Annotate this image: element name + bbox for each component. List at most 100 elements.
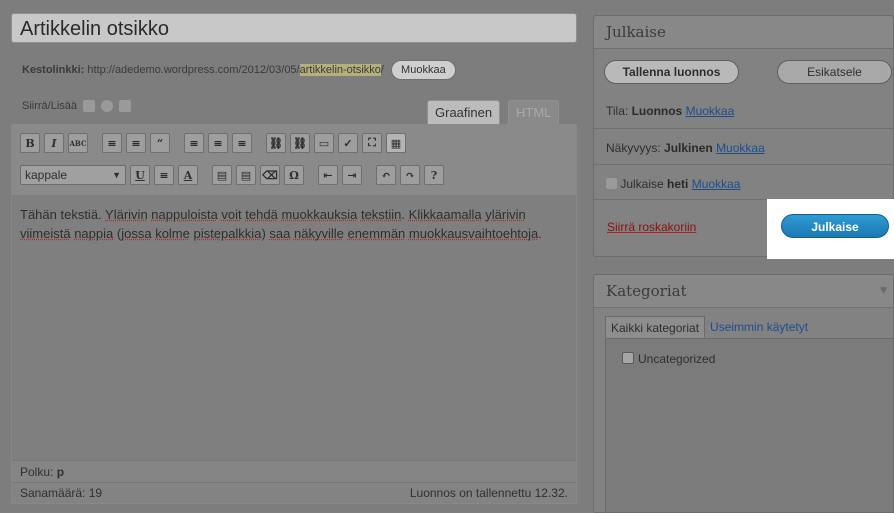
visibility-row: Näkyvyys: Julkinen Muokkaa xyxy=(606,141,765,155)
editor-toolbar: B I ABC ≡ ≡ “ ≡ ≡ ≡ ⛓ ⛓ ▭ ✓ ⛶ ▦ kappale … xyxy=(12,125,576,195)
list-item[interactable]: Uncategorized xyxy=(622,352,715,366)
toolbar-row-2: kappale ▼ U ≡ A ▤ ▤ ⌫ Ω ⇤ ⇥ ↶ ↷ ? xyxy=(20,165,444,185)
outdent-button[interactable]: ⇤ xyxy=(318,165,338,185)
move-to-trash-link[interactable]: Siirrä roskakoriin xyxy=(607,220,696,234)
schedule-row: Julkaise heti Muokkaa xyxy=(606,177,740,191)
insert-link-button[interactable]: ⛓ xyxy=(266,133,286,153)
publish-button[interactable]: Julkaise xyxy=(781,214,889,238)
categories-title: Kategoriat xyxy=(606,282,687,300)
format-select[interactable]: kappale ▼ xyxy=(20,165,126,185)
unlink-button[interactable]: ⛓ xyxy=(290,133,310,153)
paste-word-button[interactable]: ▤ xyxy=(236,165,256,185)
add-image-icon[interactable] xyxy=(83,100,96,112)
schedule-label: Julkaise xyxy=(620,177,664,191)
italic-button[interactable]: I xyxy=(44,133,64,153)
content-text: jossa xyxy=(121,226,152,241)
visibility-value: Julkinen xyxy=(664,141,713,155)
help-button[interactable]: ? xyxy=(424,165,444,185)
tab-html[interactable]: HTML xyxy=(508,100,560,124)
publish-box-title: Julkaise xyxy=(594,16,893,49)
editor-path: Polku: p xyxy=(12,460,576,482)
remove-format-button[interactable]: ⌫ xyxy=(260,165,280,185)
content-text: Klikkaamalla xyxy=(408,207,482,222)
blockquote-button[interactable]: “ xyxy=(150,133,170,153)
path-value[interactable]: p xyxy=(57,465,64,479)
status-label: Tila: xyxy=(606,104,629,118)
numbered-list-button[interactable]: ≡ xyxy=(126,133,146,153)
status-row: Tila: Luonnos Muokkaa xyxy=(606,104,734,118)
visibility-label: Näkyvyys: xyxy=(606,141,661,155)
content-text: ylärivin xyxy=(485,207,526,222)
content-text: tekstiin xyxy=(360,207,402,222)
content-text: tehdä xyxy=(245,207,278,222)
divider xyxy=(594,199,768,200)
tab-visual[interactable]: Graafinen xyxy=(427,100,501,124)
strikethrough-button[interactable]: ABC xyxy=(68,133,88,153)
visibility-edit-link[interactable]: Muokkaa xyxy=(716,141,765,155)
text-color-button[interactable]: A xyxy=(178,165,198,185)
permalink-label: Kestolinkki: xyxy=(22,64,85,76)
content-text: pistepalkkia xyxy=(193,226,262,241)
add-gallery-icon[interactable] xyxy=(119,100,132,112)
permalink-base: http://adedemo.wordpress.com/2012/03/05/ xyxy=(87,64,300,76)
permalink-suffix: / xyxy=(380,64,384,76)
word-count: Sanamäärä: 19 xyxy=(20,486,103,500)
content-text: Ylärivin xyxy=(105,207,148,222)
status-value: Luonnos xyxy=(631,104,683,118)
bold-button[interactable]: B xyxy=(20,133,40,153)
editor-content[interactable]: Tähän tekstiä. Ylärivin nappuloista voit… xyxy=(20,205,565,243)
categories-tabs: Kaikki kategoriat Useimmin käytetyt xyxy=(605,316,813,339)
content-text: saa xyxy=(269,226,291,241)
chevron-down-icon[interactable]: ▼ xyxy=(880,275,887,307)
editor-status-bar: Sanamäärä: 19 Luonnos on tallennettu 12.… xyxy=(12,482,576,503)
special-char-button[interactable]: Ω xyxy=(284,165,304,185)
chevron-down-icon: ▼ xyxy=(112,170,121,180)
content-text: viimeistä xyxy=(20,226,71,241)
insert-more-button[interactable]: ▭ xyxy=(314,133,334,153)
permalink-slug[interactable]: artikkelin-otsikko xyxy=(299,64,381,76)
category-label: Uncategorized xyxy=(638,352,716,366)
content-text: . xyxy=(401,207,409,222)
fullscreen-button[interactable]: ⛶ xyxy=(362,133,382,153)
add-media-icon[interactable] xyxy=(101,100,114,112)
tab-popular-categories[interactable]: Useimmin käytetyt xyxy=(705,316,813,338)
content-text: voit xyxy=(221,207,242,222)
content-text: muokkauksia xyxy=(281,207,358,222)
content-text: . xyxy=(538,226,542,241)
save-draft-button[interactable]: Tallenna luonnos xyxy=(604,60,739,84)
align-left-button[interactable]: ≡ xyxy=(184,133,204,153)
status-edit-link[interactable]: Muokkaa xyxy=(686,104,735,118)
draft-saved-status: Luonnos on tallennettu 12.32. xyxy=(409,486,568,500)
spellcheck-button[interactable]: ✓ xyxy=(338,133,358,153)
underline-button[interactable]: U xyxy=(130,165,150,185)
paste-text-button[interactable]: ▤ xyxy=(212,165,232,185)
permalink-row: Kestolinkki: http://adedemo.wordpress.co… xyxy=(22,60,456,80)
calendar-icon xyxy=(606,178,617,189)
content-text: Tähän tekstiä. xyxy=(20,207,106,222)
schedule-edit-link[interactable]: Muokkaa xyxy=(692,177,741,191)
content-text: ( xyxy=(113,226,122,241)
preview-button[interactable]: Esikatsele xyxy=(777,60,892,84)
post-title-input[interactable]: Artikkelin otsikko xyxy=(11,13,577,43)
upload-label: Siirrä/Lisää xyxy=(22,100,78,112)
category-checkbox[interactable] xyxy=(622,352,634,364)
redo-button[interactable]: ↷ xyxy=(400,165,420,185)
categories-list: Uncategorized xyxy=(605,338,894,513)
undo-button[interactable]: ↶ xyxy=(376,165,396,185)
justify-button[interactable]: ≡ xyxy=(154,165,174,185)
content-text: enemmän xyxy=(347,226,406,241)
indent-button[interactable]: ⇥ xyxy=(342,165,362,185)
categories-box-title: Kategoriat ▼ xyxy=(594,275,893,308)
bullet-list-button[interactable]: ≡ xyxy=(102,133,122,153)
align-right-button[interactable]: ≡ xyxy=(232,133,252,153)
kitchen-sink-button[interactable]: ▦ xyxy=(386,133,406,153)
toolbar-row-1: B I ABC ≡ ≡ “ ≡ ≡ ≡ ⛓ ⛓ ▭ ✓ ⛶ ▦ xyxy=(20,133,406,153)
align-center-button[interactable]: ≡ xyxy=(208,133,228,153)
content-text: näkyville xyxy=(293,226,344,241)
schedule-value: heti xyxy=(667,177,689,191)
divider xyxy=(594,128,893,129)
path-label: Polku: xyxy=(20,465,54,479)
tab-all-categories[interactable]: Kaikki kategoriat xyxy=(605,316,706,339)
permalink-edit-button[interactable]: Muokkaa xyxy=(391,60,456,80)
content-text: nappia xyxy=(74,226,114,241)
